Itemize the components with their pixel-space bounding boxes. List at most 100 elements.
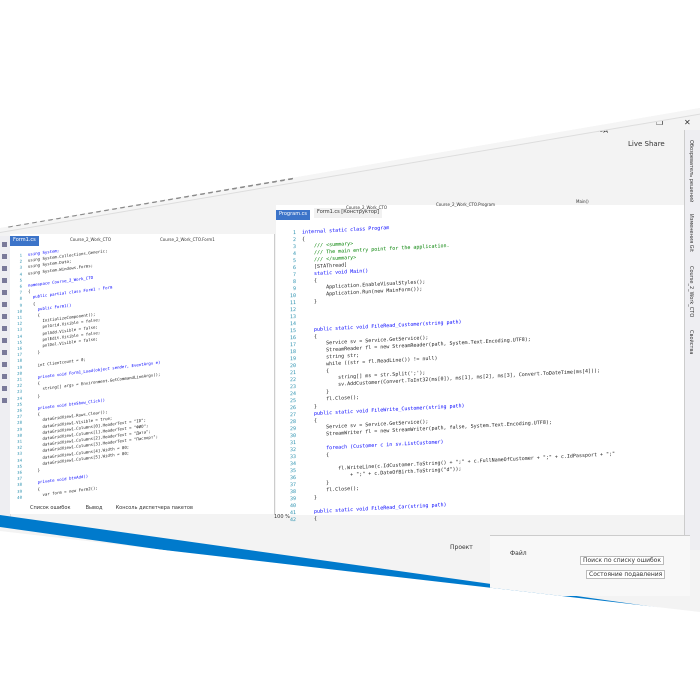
side-tool-icon[interactable]: [2, 302, 7, 307]
left-code-area[interactable]: 1 using System; 2 using System.Collections.…: [10, 216, 274, 518]
menu-item[interactable]: Проект: [95, 191, 114, 200]
code-line[interactable]: }: [302, 299, 317, 306]
side-tool-icon[interactable]: [2, 314, 7, 319]
code-line[interactable]: {: [28, 300, 35, 306]
toolbar-icon[interactable]: [80, 209, 85, 216]
menu-item[interactable]: Окно: [302, 157, 315, 165]
toolbar-icon[interactable]: [176, 193, 181, 200]
status-errors[interactable]: 0: [488, 601, 492, 608]
code-line[interactable]: private void btnShow_Click(): [28, 397, 105, 411]
close-button[interactable]: ✕: [684, 118, 691, 127]
menu-item[interactable]: Правка: [33, 201, 52, 210]
code-line[interactable]: {: [28, 289, 30, 294]
menu-item[interactable]: Git: [78, 196, 85, 203]
toolbar-icon[interactable]: [288, 174, 293, 181]
toolbar-icon[interactable]: [104, 205, 109, 212]
menu-item[interactable]: Анализ: [201, 173, 220, 182]
error-list-file-col[interactable]: Файл: [510, 550, 527, 557]
side-tool-icon[interactable]: [2, 362, 7, 367]
code-line[interactable]: }: [28, 467, 40, 473]
toolbar-icon[interactable]: [232, 183, 237, 190]
toolbar-icon[interactable]: [48, 215, 53, 221]
menu-item[interactable]: Расширения: [262, 160, 294, 171]
toolbar-icon[interactable]: [32, 217, 37, 224]
status-repo[interactable]: Course_2_Work_CTO: [600, 615, 662, 630]
code-line[interactable]: int Clientcount = 0;: [28, 356, 86, 368]
nav-project-right[interactable]: Course_2_Work_CTO: [346, 205, 387, 210]
code-line[interactable]: {: [302, 278, 317, 285]
menu-item[interactable]: Тест: [180, 178, 192, 186]
toolbar-icon[interactable]: [128, 201, 133, 208]
toolbar-icon[interactable]: [24, 219, 29, 225]
menu-item[interactable]: Файл: [12, 206, 26, 214]
status-spaces[interactable]: Пробелы: [602, 602, 630, 612]
code-line[interactable]: {: [302, 334, 317, 341]
code-line[interactable]: namespace Course_2_Work_CTO: [28, 275, 93, 288]
bottom-tab[interactable]: Консоль диспетчера пакетов: [116, 505, 193, 511]
toolbar-icon[interactable]: [40, 216, 45, 223]
toolbar-icon[interactable]: [64, 212, 69, 219]
toolbar-icon[interactable]: [56, 213, 61, 220]
code-line[interactable]: {: [302, 236, 305, 242]
toolbar-icon[interactable]: [136, 200, 141, 206]
toolbar-icon[interactable]: [16, 220, 21, 227]
side-tool-icon[interactable]: [2, 266, 7, 271]
code-line[interactable]: }: [28, 393, 40, 399]
code-line[interactable]: internal static class Program: [302, 225, 389, 236]
error-list-project-col[interactable]: Проект: [450, 544, 473, 551]
side-tool-icon[interactable]: [2, 398, 7, 403]
code-line[interactable]: }: [28, 349, 40, 355]
menu-item[interactable]: Справка: [322, 152, 344, 162]
side-tool-icon[interactable]: [2, 338, 7, 343]
status-warnings[interactable]: 0: [514, 604, 518, 611]
status-branch[interactable]: master: [556, 609, 577, 612]
toolbar-icon[interactable]: [264, 178, 269, 185]
menu-item[interactable]: Отладка: [150, 181, 173, 191]
menu-item[interactable]: Сборка: [122, 186, 141, 195]
code-line[interactable]: public partial class Form1 : Form: [28, 285, 112, 300]
code-line[interactable]: }: [302, 404, 317, 411]
live-share-button[interactable]: Live Share: [628, 140, 665, 148]
code-line[interactable]: {: [302, 516, 317, 523]
code-line[interactable]: public static void FileRead_Customer(str…: [302, 319, 462, 333]
side-tool-icon[interactable]: [2, 326, 7, 331]
toolbar-icon[interactable]: [200, 189, 205, 196]
toolbar-icon[interactable]: [72, 210, 77, 217]
toolbar-icon[interactable]: [256, 179, 261, 186]
toolbar-icon[interactable]: [248, 181, 253, 188]
error-list-search[interactable]: Поиск по списку ошибок: [580, 556, 664, 565]
right-code-area[interactable]: 1 internal static class Program 2{3 /// <s…: [276, 198, 684, 523]
code-line[interactable]: private void btnAdd(): [28, 474, 89, 486]
toolbar-icon[interactable]: [96, 206, 101, 213]
side-panel-tab[interactable]: Обозреватель решений: [688, 140, 694, 202]
toolbar-icon[interactable]: [240, 182, 245, 189]
code-line[interactable]: foreach (Customer c in sv.ListCustomer): [302, 439, 443, 452]
bottom-tab[interactable]: Список ошибок: [30, 505, 70, 511]
menu-item[interactable]: Вид: [60, 198, 70, 206]
toolbar-icon[interactable]: [224, 185, 229, 192]
side-tool-icon[interactable]: [2, 278, 7, 283]
status-column[interactable]: Симв: 1: [570, 597, 594, 607]
side-tool-icon[interactable]: [2, 242, 7, 247]
toolbar-icon[interactable]: [120, 202, 125, 209]
side-panel-tab[interactable]: Course_2_Work_CTO: [688, 266, 694, 317]
toolbar-icon[interactable]: [152, 197, 157, 204]
side-panel-tab[interactable]: Изменения Git: [688, 214, 694, 252]
toolbar-icon[interactable]: [208, 187, 213, 194]
right-editor-pane[interactable]: Program.cs Form1.cs [Конструктор] Course…: [276, 199, 684, 523]
toolbar-icon[interactable]: [8, 221, 13, 228]
code-line[interactable]: }: [302, 495, 317, 502]
zoom-level[interactable]: 100 %: [274, 514, 290, 520]
toolbar-icon[interactable]: [144, 198, 149, 205]
toolbar-icon[interactable]: [272, 177, 277, 183]
menu-item[interactable]: Средства: [228, 167, 253, 177]
side-tool-icon[interactable]: [2, 386, 7, 391]
suppression-filter[interactable]: Состояние подавления: [586, 570, 666, 579]
toolbar-icon[interactable]: [168, 194, 173, 201]
bottom-tab[interactable]: Вывод: [86, 505, 103, 511]
toolbar-icon[interactable]: [192, 190, 197, 197]
side-tool-icon[interactable]: [2, 350, 7, 355]
toolbar-icon[interactable]: [160, 196, 165, 202]
toolbar-icon[interactable]: [88, 208, 93, 215]
toolbar-icon[interactable]: [216, 186, 221, 193]
